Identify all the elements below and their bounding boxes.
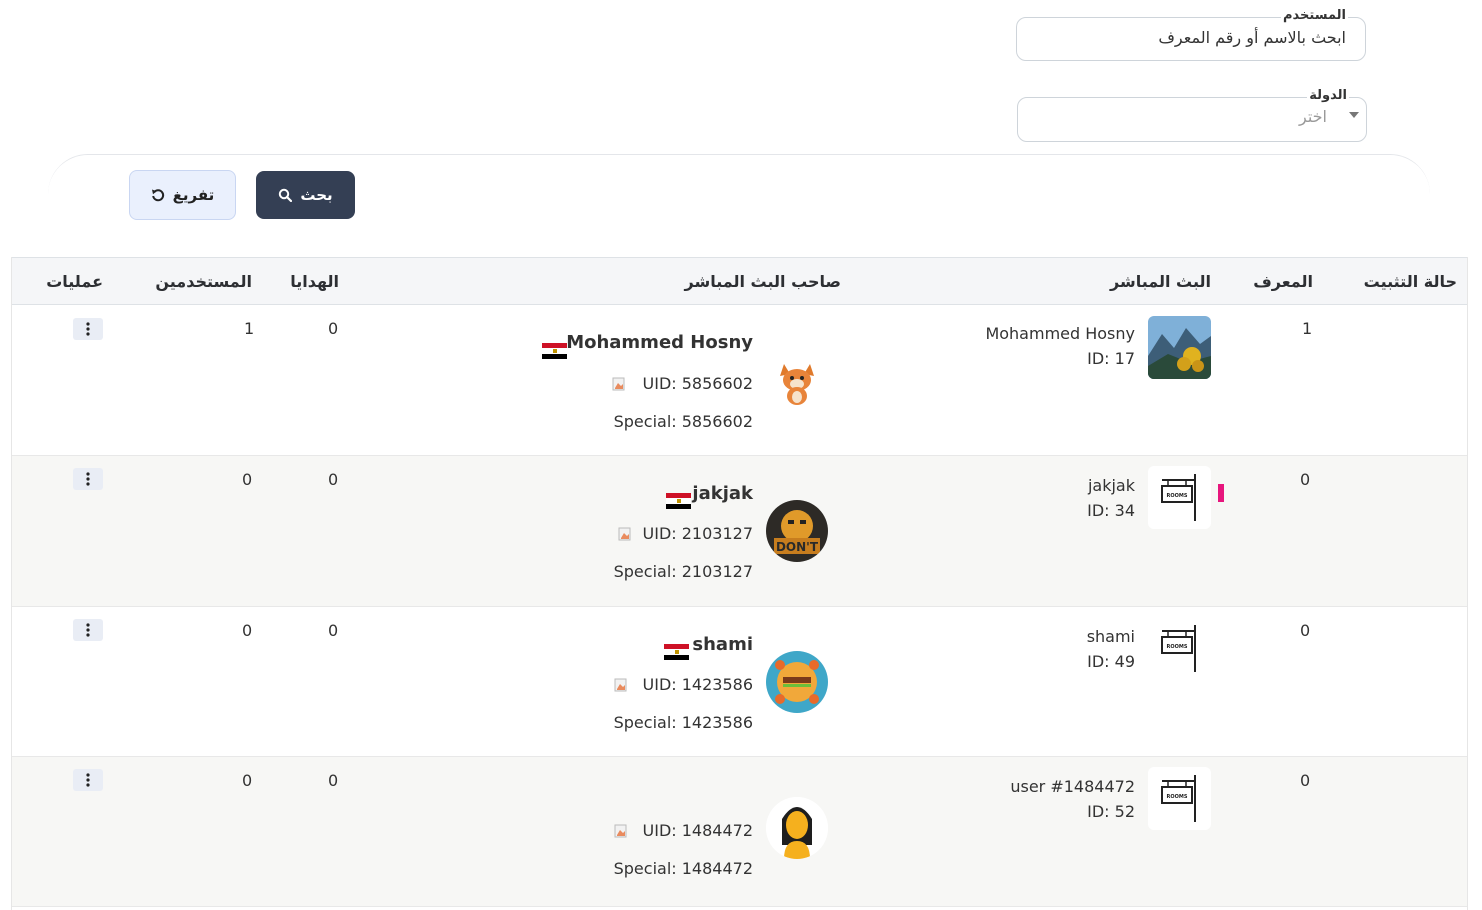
streams-table: حالة التثبيت المعرف البث المباشر صاحب ال… <box>11 257 1468 910</box>
stream-id: ID: 17 <box>1087 349 1135 368</box>
broken-image-icon <box>618 527 631 541</box>
egypt-flag-icon <box>666 493 691 509</box>
gifts-count: 0 <box>328 621 339 640</box>
stream-id: ID: 34 <box>1087 501 1135 520</box>
egypt-flag-icon <box>542 343 567 359</box>
users-count: 1 <box>244 319 255 338</box>
row-id: 0 <box>1300 621 1311 640</box>
row-actions-button[interactable] <box>73 318 103 340</box>
svg-text:DON'T: DON'T <box>776 540 819 554</box>
stream-name: user #1484472 <box>1010 777 1135 796</box>
kebab-menu-icon <box>86 773 90 787</box>
gifts-count: 0 <box>328 319 339 338</box>
cartoon-avatar: DON'T <box>766 500 828 562</box>
svg-text:ROOMS: ROOMS <box>1167 794 1188 800</box>
header-pin-status: حالة التثبيت <box>1363 272 1457 291</box>
table-row: 0 ROOMS user #1484472 ID: 52 UID: 148447… <box>12 757 1467 907</box>
stream-name: Mohammed Hosny <box>985 324 1135 343</box>
users-count: 0 <box>242 470 253 489</box>
table-row: 0 ROOMS shami ID: 49 shami UID: 1423586 … <box>12 607 1467 757</box>
egypt-flag-icon <box>664 644 689 660</box>
broken-image-icon <box>614 678 627 692</box>
search-button-label: بحث <box>300 186 333 204</box>
row-actions-button[interactable] <box>73 619 103 641</box>
search-button[interactable]: بحث <box>256 171 355 219</box>
stream-name: jakjak <box>1087 476 1135 495</box>
row-id: 1 <box>1302 319 1313 338</box>
reset-button[interactable]: تفريغ <box>129 170 236 220</box>
woman-silhouette-avatar <box>766 797 828 859</box>
users-count: 0 <box>242 771 253 790</box>
svg-text:ROOMS: ROOMS <box>1167 644 1188 650</box>
users-count: 0 <box>242 621 253 640</box>
table-row: 1 Mohammed Hosny ID: 17 Mohammed Hosny U… <box>12 305 1467 456</box>
row-id: 0 <box>1300 470 1311 489</box>
table-row: 0 ROOMS jakjak ID: 34 DON'T jakjak UID: … <box>12 456 1467 607</box>
owner-special: Special: 5856602 <box>613 412 753 431</box>
broken-image-icon <box>612 377 625 391</box>
header-gifts: الهدايا <box>290 272 339 291</box>
header-stream: البث المباشر <box>1110 272 1211 291</box>
landscape-thumbnail <box>1148 316 1211 379</box>
gifts-count: 0 <box>328 771 339 790</box>
pinned-indicator <box>1218 484 1224 502</box>
owner-name: Mohammed Hosny <box>566 332 753 353</box>
country-select-label: الدولة <box>1307 88 1349 103</box>
owner-uid: UID: 1423586 <box>642 675 753 694</box>
header-id: المعرف <box>1253 272 1313 291</box>
user-search-label: المستخدم <box>1281 8 1348 23</box>
owner-name: shami <box>692 634 753 655</box>
rooms-sign-icon: ROOMS <box>1148 466 1211 529</box>
user-search-field[interactable]: المستخدم ابحث بالاسم أو رقم المعرف <box>1016 8 1366 61</box>
gifts-count: 0 <box>328 470 339 489</box>
table-header: حالة التثبيت المعرف البث المباشر صاحب ال… <box>12 257 1467 305</box>
reset-icon <box>151 189 164 202</box>
rooms-sign-icon: ROOMS <box>1148 767 1211 830</box>
kebab-menu-icon <box>86 322 90 336</box>
owner-special: Special: 2103127 <box>613 562 753 581</box>
search-icon <box>279 188 293 202</box>
svg-text:ROOMS: ROOMS <box>1167 493 1188 499</box>
owner-uid: UID: 5856602 <box>642 374 753 393</box>
fox-avatar <box>766 350 828 412</box>
owner-name: jakjak <box>692 483 753 504</box>
rooms-sign-icon: ROOMS <box>1148 617 1211 680</box>
broken-image-icon <box>614 824 627 838</box>
header-owner: صاحب البث المباشر <box>684 272 841 291</box>
stream-name: shami <box>1086 627 1135 646</box>
country-select-placeholder: اختر <box>1299 107 1327 126</box>
kebab-menu-icon <box>86 623 90 637</box>
header-actions: عمليات <box>46 272 103 291</box>
reset-button-label: تفريغ <box>172 186 215 204</box>
kebab-menu-icon <box>86 472 90 486</box>
row-actions-button[interactable] <box>73 468 103 490</box>
stream-id: ID: 49 <box>1087 652 1135 671</box>
owner-uid: UID: 1484472 <box>642 821 753 840</box>
burger-avatar <box>766 651 828 713</box>
country-select[interactable]: الدولة اختر <box>1017 88 1367 142</box>
owner-special: Special: 1423586 <box>613 713 753 732</box>
owner-special: Special: 1484472 <box>613 859 753 878</box>
header-users: المستخدمين <box>155 272 252 291</box>
chevron-down-icon[interactable] <box>1349 112 1359 118</box>
row-id: 0 <box>1300 771 1311 790</box>
row-actions-button[interactable] <box>73 769 103 791</box>
owner-uid: UID: 2103127 <box>642 524 753 543</box>
user-search-value: ابحث بالاسم أو رقم المعرف <box>1158 28 1346 47</box>
stream-id: ID: 52 <box>1087 802 1135 821</box>
